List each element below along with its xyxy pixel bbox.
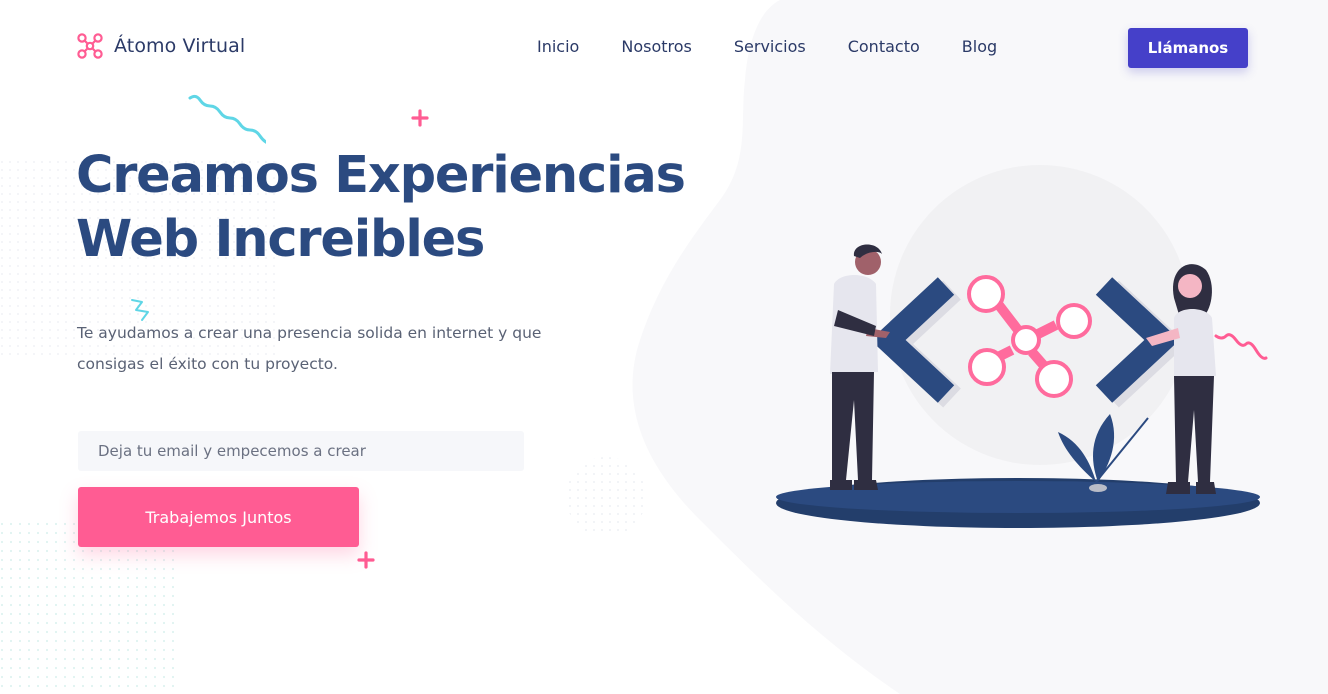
left-chevron-bracket-icon	[870, 277, 961, 408]
email-input[interactable]	[78, 431, 524, 471]
main-nav: Inicio Nosotros Servicios Contacto Blog	[537, 37, 1039, 56]
call-us-button[interactable]: Llámanos	[1128, 28, 1248, 68]
nav-item-servicios[interactable]: Servicios	[734, 37, 806, 56]
atom-nodes-icon	[77, 33, 103, 59]
nav-item-inicio[interactable]: Inicio	[537, 37, 579, 56]
man-figure	[830, 244, 890, 490]
plus-decoration	[411, 109, 429, 127]
brand-home-link[interactable]: Átomo Virtual	[76, 32, 245, 60]
plus-decoration-2	[357, 551, 375, 569]
molecule-nodes-icon	[967, 275, 1092, 398]
hero-title: Creamos Experiencias Web Increibles	[76, 146, 686, 269]
brand-name: Átomo Virtual	[114, 35, 246, 57]
people-with-code-brackets-illustration	[776, 244, 1268, 528]
woman-figure	[1146, 264, 1268, 494]
nav-item-nosotros[interactable]: Nosotros	[621, 37, 692, 56]
work-together-button[interactable]: Trabajemos Juntos	[78, 487, 359, 547]
nav-item-contacto[interactable]: Contacto	[848, 37, 920, 56]
hero-subtitle: Te ayudamos a crear una presencia solida…	[77, 324, 542, 373]
nav-item-blog[interactable]: Blog	[962, 37, 997, 56]
site-header: Átomo Virtual Inicio Nosotros Servicios …	[0, 0, 1328, 96]
